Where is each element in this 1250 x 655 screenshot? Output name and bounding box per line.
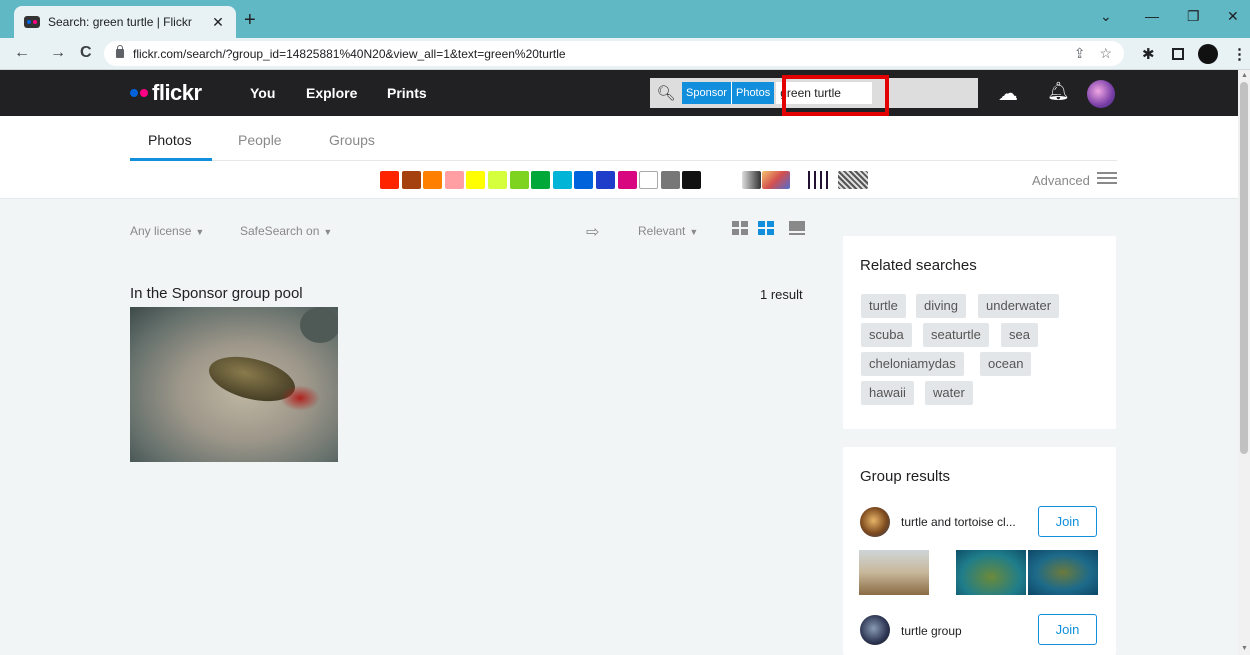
forward-icon[interactable]: →	[50, 44, 66, 62]
advanced-link[interactable]: Advanced	[1032, 173, 1090, 188]
reload-icon[interactable]: C	[80, 44, 92, 62]
color-swatch[interactable]	[488, 171, 507, 189]
browser-tab[interactable]: Search: green turtle | Flickr ✕	[14, 6, 236, 38]
black-and-white-icon[interactable]	[742, 171, 761, 189]
color-swatch[interactable]	[596, 171, 615, 189]
group-thumbnail[interactable]	[1028, 550, 1098, 595]
join-group-button[interactable]: Join	[1038, 506, 1097, 537]
sliders-icon[interactable]	[1097, 172, 1117, 186]
shallow-depth-icon[interactable]	[762, 171, 790, 189]
back-icon[interactable]: ←	[14, 44, 30, 62]
group-name[interactable]: turtle group	[901, 624, 962, 638]
active-tab-indicator	[130, 158, 212, 161]
color-swatch[interactable]	[423, 171, 443, 189]
color-swatch[interactable]	[444, 171, 464, 189]
tab-groups[interactable]: Groups	[329, 132, 375, 148]
sidepanel-icon[interactable]	[1172, 48, 1184, 60]
related-tag[interactable]: seaturtle	[923, 323, 989, 347]
color-swatch[interactable]	[639, 171, 659, 189]
nav-prints[interactable]: Prints	[387, 85, 427, 101]
tab-photos[interactable]: Photos	[148, 132, 192, 148]
close-window-icon[interactable]: ✕	[1227, 8, 1239, 25]
color-swatch[interactable]	[682, 171, 702, 189]
related-tag[interactable]: underwater	[978, 294, 1060, 318]
minimalist-icon[interactable]	[804, 171, 832, 189]
group-thumbnail[interactable]	[859, 550, 929, 595]
view-grid-icon[interactable]	[732, 221, 748, 235]
scope-sponsor[interactable]: Sponsor	[682, 82, 731, 104]
related-tag[interactable]: ocean	[980, 352, 1032, 376]
close-tab-icon[interactable]: ✕	[210, 14, 226, 31]
scope-photos[interactable]: Photos	[731, 82, 775, 104]
group-name[interactable]: turtle and tortoise cl...	[901, 515, 1016, 529]
color-swatch[interactable]	[401, 171, 421, 189]
nav-explore[interactable]: Explore	[306, 85, 357, 101]
bell-icon[interactable]: 🔔︎	[1047, 81, 1070, 102]
view-justified-icon[interactable]	[758, 221, 774, 235]
view-list-icon[interactable]	[789, 221, 805, 235]
flickr-header: flickr You Explore Prints 🔍︎ Sponsor Pho…	[0, 70, 1250, 116]
address-bar[interactable]: flickr.com/search/?group_id=14825881%40N…	[104, 41, 1124, 66]
search-icon[interactable]: 🔍︎	[650, 78, 682, 108]
profile-icon[interactable]	[1198, 44, 1218, 64]
related-tag[interactable]: cheloniamydas	[861, 352, 964, 376]
result-photo[interactable]	[130, 307, 338, 462]
search-highlight-box	[782, 75, 889, 116]
color-swatch[interactable]	[380, 171, 399, 189]
group-thumbnail[interactable]	[956, 550, 1026, 595]
scroll-down-icon[interactable]: ▼	[1241, 645, 1248, 652]
tab-search-icon[interactable]: ⌄	[1100, 8, 1112, 25]
tabs-divider	[130, 160, 1117, 161]
related-tag[interactable]: hawaii	[861, 381, 914, 405]
result-count: 1 result	[760, 287, 803, 302]
scroll-up-icon[interactable]: ▲	[1241, 72, 1248, 79]
color-swatch[interactable]	[574, 171, 594, 189]
nav-you[interactable]: You	[250, 85, 275, 101]
related-searches-title: Related searches	[860, 257, 977, 274]
group-results-title: Group results	[860, 468, 951, 485]
upload-icon[interactable]: ☁	[998, 81, 1018, 106]
related-tag[interactable]: turtle	[861, 294, 906, 318]
tab-people[interactable]: People	[238, 132, 282, 148]
scrollbar-thumb[interactable]	[1240, 82, 1248, 454]
license-filter[interactable]: Any license ▼	[130, 224, 204, 238]
related-tag[interactable]: water	[925, 381, 973, 405]
patterns-icon[interactable]	[838, 171, 868, 189]
color-swatch[interactable]	[531, 171, 551, 189]
flickr-logo[interactable]: flickr	[130, 80, 202, 106]
safesearch-filter[interactable]: SafeSearch on ▼	[240, 224, 332, 238]
related-tag[interactable]: diving	[916, 294, 966, 318]
color-swatch[interactable]	[509, 171, 529, 189]
minimize-icon[interactable]: —	[1145, 8, 1159, 24]
menu-icon[interactable]: ⋮	[1232, 45, 1247, 63]
new-tab-button[interactable]: +	[244, 9, 256, 32]
lock-icon	[116, 45, 124, 58]
color-swatch[interactable]	[660, 171, 680, 189]
restore-icon[interactable]: ❐	[1187, 8, 1200, 25]
browser-toolbar: ← → C flickr.com/search/?group_id=148258…	[0, 38, 1250, 70]
color-swatch[interactable]	[466, 171, 486, 189]
avatar[interactable]	[1087, 80, 1115, 108]
color-swatch[interactable]	[617, 171, 637, 189]
group-avatar[interactable]	[860, 507, 890, 537]
join-group-button[interactable]: Join	[1038, 614, 1097, 645]
related-tag[interactable]: scuba	[861, 323, 912, 347]
share-arrow-icon[interactable]: ⇨	[586, 222, 599, 242]
star-icon[interactable]: ☆	[1099, 45, 1112, 62]
pool-title: In the Sponsor group pool	[130, 285, 303, 302]
flickr-favicon-icon	[24, 16, 40, 28]
related-tag[interactable]: sea	[1001, 323, 1038, 347]
url-text: flickr.com/search/?group_id=14825881%40N…	[133, 46, 566, 61]
share-icon[interactable]: ⇪	[1074, 45, 1086, 62]
group-avatar[interactable]	[860, 615, 890, 645]
color-swatch[interactable]	[552, 171, 572, 189]
sort-dropdown[interactable]: Relevant ▼	[638, 224, 698, 238]
puzzle-icon[interactable]: ✱	[1142, 45, 1155, 63]
tab-title: Search: green turtle | Flickr	[48, 15, 192, 29]
